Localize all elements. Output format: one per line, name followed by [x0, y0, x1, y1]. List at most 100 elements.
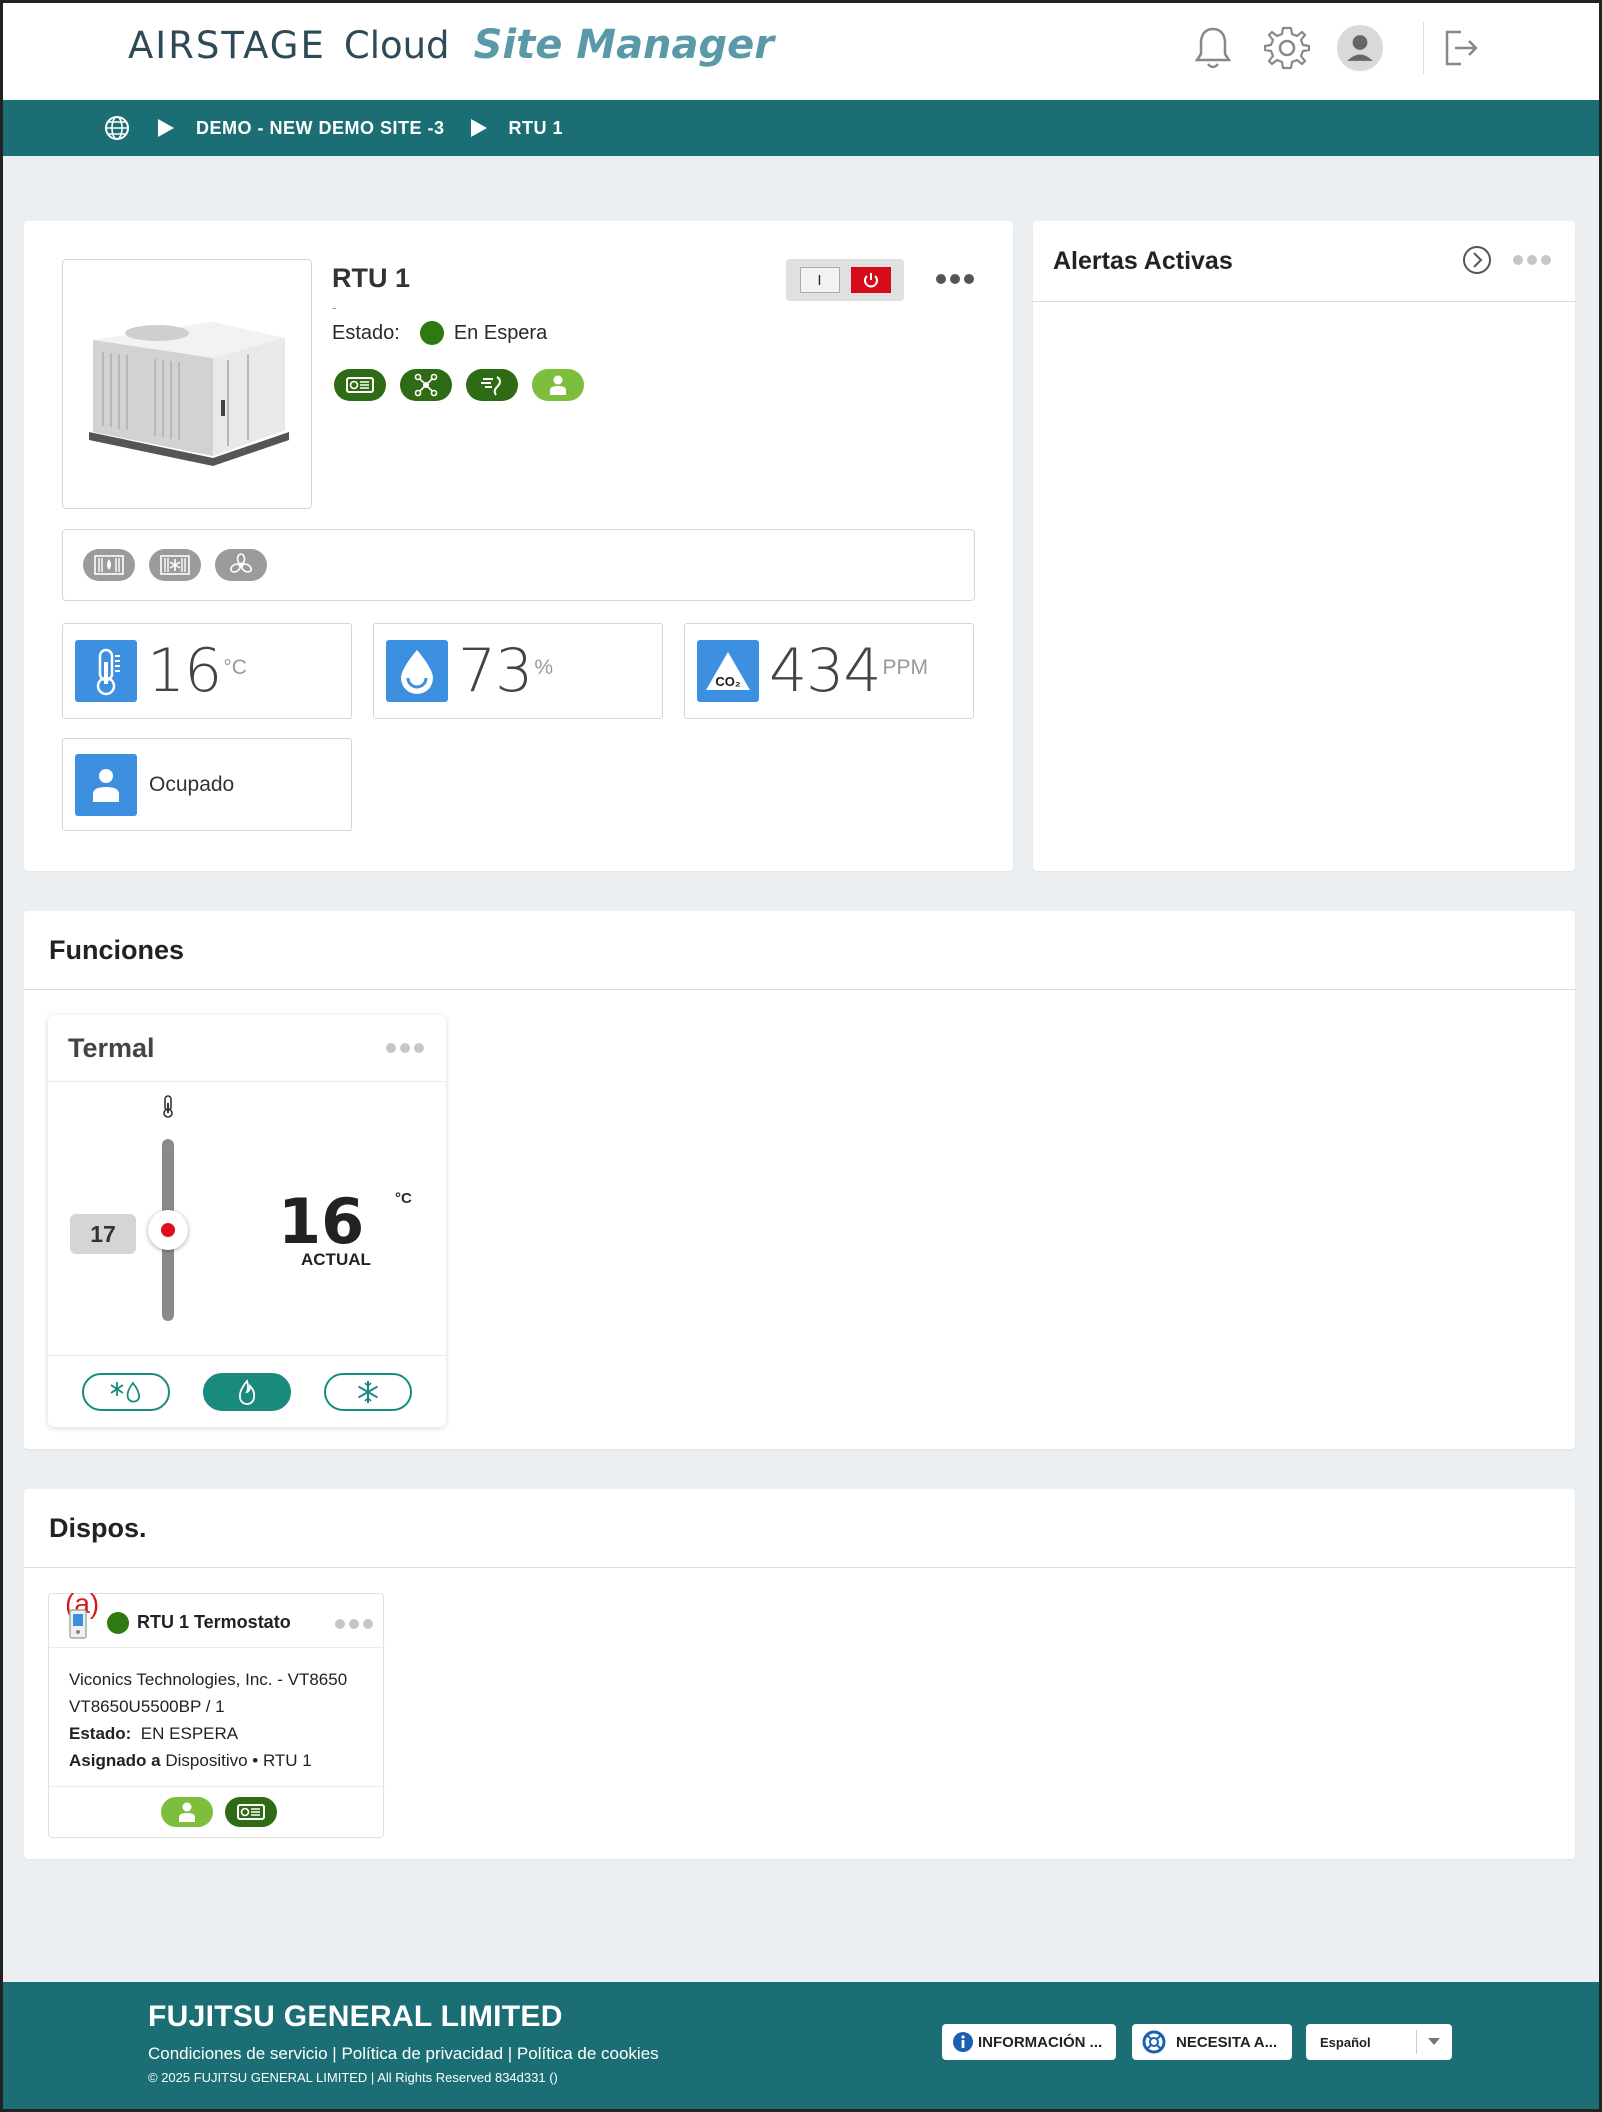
info-button-label: INFORMACIÓN ... [978, 2033, 1103, 2051]
footer-links: Condiciones de servicio | Política de pr… [148, 2044, 659, 2064]
brand-site-manager: Site Manager [473, 22, 775, 68]
occupancy-sensor-badge-icon[interactable] [161, 1797, 213, 1827]
water-drop-icon [386, 640, 448, 702]
device-subtitle: - [332, 299, 337, 315]
functions-title: Funciones [49, 935, 185, 965]
power-on-button[interactable]: I [799, 267, 840, 293]
power-icon [863, 273, 878, 288]
device-item-footer-divider [49, 1786, 385, 1787]
language-select[interactable]: Español [1306, 2024, 1452, 2060]
auto-mode-button[interactable] [82, 1373, 170, 1411]
device-item-status: Estado: EN ESPERA [69, 1720, 347, 1747]
occupancy-metric: Ocupado [62, 738, 352, 831]
power-control: I [786, 259, 904, 301]
co2-icon: CO₂ [697, 640, 759, 702]
device-status-label: Estado: [332, 321, 400, 344]
occupancy-badge-icon[interactable] [532, 369, 584, 401]
footer-copyright: © 2025 FUJITSU GENERAL LIMITED | All Rig… [148, 2070, 558, 2085]
breadcrumb-arrow-icon [158, 119, 174, 137]
heat-mode-button[interactable] [203, 1373, 291, 1411]
top-header: AIRSTAGE Cloud Site Manager [0, 0, 1602, 100]
app-logo[interactable]: AIRSTAGE Cloud Site Manager [128, 22, 774, 78]
device-list-item[interactable]: (a) RTU 1 Termostato Viconics Technologi… [48, 1588, 385, 1838]
device-status-dot [107, 1612, 129, 1634]
terms-link[interactable]: Condiciones de servicio [148, 2044, 328, 2063]
power-off-button[interactable] [850, 267, 891, 293]
settings-gear-icon[interactable] [1263, 22, 1311, 74]
footer-separator: | [507, 2044, 513, 2063]
cool-mode-button[interactable] [324, 1373, 412, 1411]
flame-icon [238, 1379, 256, 1405]
fan-mode-icon[interactable] [215, 549, 267, 581]
device-model: VT8650U5500BP / 1 [69, 1697, 225, 1716]
current-temperature-value: 16 [278, 1185, 365, 1258]
device-item-divider [49, 1647, 385, 1648]
device-status: Estado: En Espera [332, 321, 547, 345]
devices-section: Dispos. (a) RTU 1 Termostato Viconics Te… [24, 1489, 1575, 1859]
alerts-expand-chevron-icon[interactable] [1462, 245, 1492, 280]
notifications-bell-icon[interactable] [1189, 22, 1237, 74]
current-temperature-label: ACTUAL [301, 1250, 371, 1269]
thermal-footer-divider [48, 1355, 446, 1356]
thermostat-sensor-badge-icon[interactable] [225, 1797, 277, 1827]
breadcrumb-device[interactable]: RTU 1 [509, 118, 564, 139]
dehumidify-mode-icon[interactable] [83, 549, 135, 581]
logout-icon[interactable] [1437, 22, 1485, 74]
status-indicator-dot [419, 321, 444, 345]
lifebuoy-icon [1142, 2030, 1166, 2054]
co2-icon-label: CO₂ [715, 674, 741, 689]
alerts-title: Alertas Activas [1053, 247, 1233, 275]
select-divider [1416, 2030, 1417, 2054]
thermal-more-options-button[interactable] [386, 1043, 424, 1053]
ventilation-badge-icon[interactable] [466, 369, 518, 401]
cookies-link[interactable]: Política de cookies [517, 2044, 659, 2063]
setpoint-slider-handle[interactable] [148, 1210, 188, 1250]
functions-divider [24, 989, 1575, 990]
occupancy-value: Ocupado [149, 772, 235, 796]
alerts-more-options-button[interactable] [1513, 255, 1551, 265]
breadcrumb: DEMO - NEW DEMO SITE -3 RTU 1 [0, 100, 1602, 156]
temperature-metric: 16 °C [62, 623, 352, 719]
co2-metric: CO₂ 434 PPM [684, 623, 974, 719]
thermostat-badge-icon[interactable] [334, 369, 386, 401]
device-manufacturer: Viconics Technologies, Inc. - VT8650 [69, 1670, 348, 1689]
device-more-options-button[interactable] [936, 274, 974, 284]
thermostat-device-icon [67, 1608, 89, 1645]
operating-modes [62, 529, 975, 601]
device-item-details: Viconics Technologies, Inc. - VT8650 VT8… [69, 1666, 347, 1774]
help-button[interactable]: NECESITA A... [1132, 2024, 1292, 2060]
user-avatar-icon[interactable] [1336, 22, 1384, 74]
breadcrumb-arrow-icon [470, 119, 487, 137]
privacy-link[interactable]: Política de privacidad [341, 2044, 503, 2063]
setpoint-value: 17 [70, 1214, 136, 1254]
device-status-value: En Espera [453, 321, 548, 344]
chevron-down-icon [1428, 2038, 1440, 2045]
humidity-value: 73 [458, 636, 533, 706]
network-badge-icon[interactable] [400, 369, 452, 401]
globe-icon[interactable] [104, 115, 130, 141]
auto-mode-icon [110, 1381, 141, 1403]
device-item-name[interactable]: RTU 1 Termostato [137, 1612, 291, 1633]
alerts-divider [1033, 301, 1575, 302]
snowflake-icon [357, 1381, 379, 1403]
co2-unit: PPM [882, 656, 929, 679]
help-button-label: NECESITA A... [1176, 2033, 1278, 2051]
language-value: Español [1320, 2034, 1371, 2050]
mode-badges [83, 549, 267, 581]
cool-mode-icon[interactable] [149, 549, 201, 581]
active-alerts-card: Alertas Activas [1033, 221, 1575, 871]
thermometer-icon [75, 640, 137, 702]
device-item-status-value: EN ESPERA [140, 1724, 239, 1743]
device-item-more-options-button[interactable] [335, 1619, 373, 1629]
device-assignment: Asignado a Dispositivo • RTU 1 [69, 1747, 347, 1774]
device-overview-card: RTU 1 - Estado: En Espera I 16 °C 73 % C… [24, 221, 1013, 871]
info-button[interactable]: INFORMACIÓN ... [942, 2024, 1116, 2060]
page-footer: FUJITSU GENERAL LIMITED Condiciones de s… [0, 1982, 1602, 2112]
device-item-badges [161, 1797, 277, 1827]
devices-title: Dispos. [49, 1513, 147, 1543]
small-thermometer-icon [158, 1095, 178, 1124]
breadcrumb-site[interactable]: DEMO - NEW DEMO SITE -3 [196, 118, 445, 139]
footer-company-name: FUJITSU GENERAL LIMITED [148, 2000, 563, 2033]
device-name: RTU 1 [332, 263, 411, 293]
current-temperature-unit: °C [395, 1190, 412, 1207]
